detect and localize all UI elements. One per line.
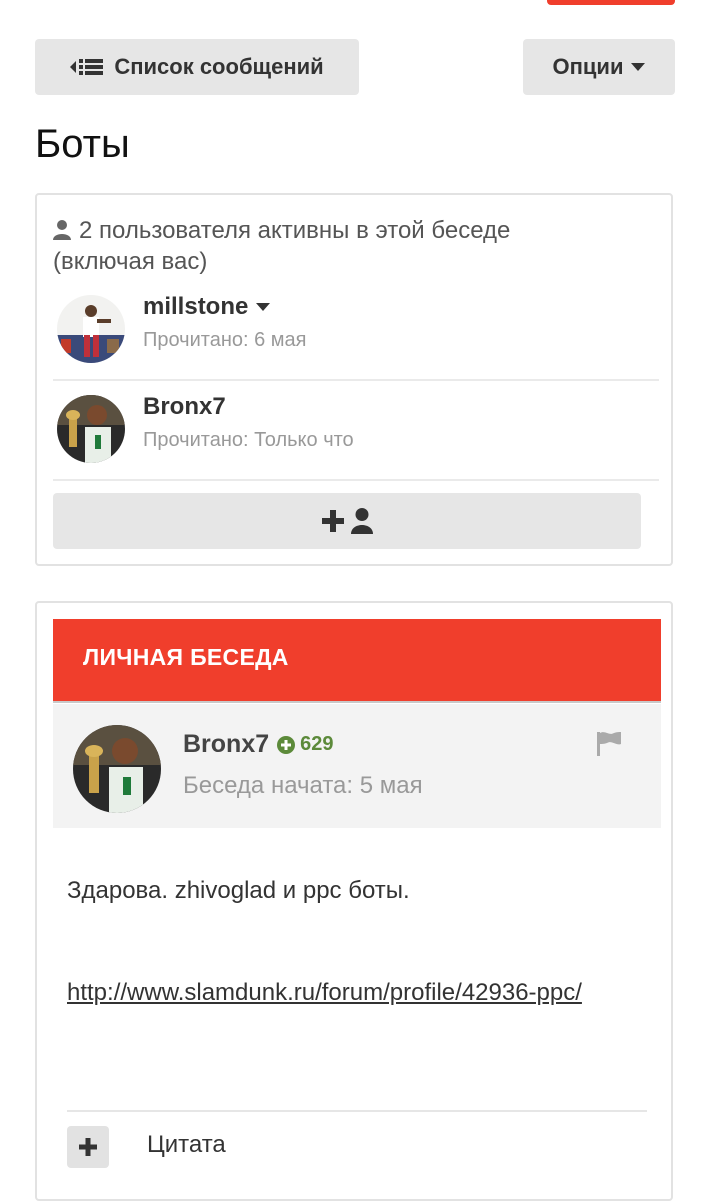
participant-item: millstone Прочитано: 6 мая xyxy=(53,279,659,381)
page-title: Боты xyxy=(35,122,130,166)
participant-name[interactable]: millstone xyxy=(143,293,271,321)
plus-icon xyxy=(79,1138,97,1156)
top-accent-bar xyxy=(547,0,675,5)
user-icon xyxy=(53,220,71,240)
quote-label[interactable]: Цитата xyxy=(147,1131,226,1159)
add-participant-button[interactable] xyxy=(53,493,641,549)
read-status: Прочитано: 6 мая xyxy=(143,329,307,351)
participants-summary: 2 пользователя активны в этой беседе (вк… xyxy=(53,215,613,277)
flag-icon[interactable] xyxy=(595,730,623,756)
divider xyxy=(67,1110,647,1112)
reputation-value: 629 xyxy=(300,733,334,755)
message-text: Здарова. zhivoglad и ppc боты. xyxy=(67,877,410,904)
back-list-icon xyxy=(70,59,104,75)
options-button[interactable]: Опции xyxy=(523,39,675,95)
caret-down-icon[interactable] xyxy=(256,303,271,311)
plus-icon xyxy=(322,510,344,532)
participant-item: Bronx7 Прочитано: Только что xyxy=(53,379,659,481)
participants-summary-text: 2 пользователя активны в этой беседе (вк… xyxy=(53,217,511,275)
quote-toggle-button[interactable] xyxy=(67,1126,109,1168)
message-list-label: Список сообщений xyxy=(114,54,324,79)
message-author-box: Bronx7 629 Беседа начата: 5 мая xyxy=(53,704,661,828)
conversation-banner-text: ЛИЧНАЯ БЕСЕДА xyxy=(83,644,289,670)
author-name-text: Bronx7 xyxy=(183,730,270,758)
avatar[interactable] xyxy=(73,725,161,813)
participants-panel: 2 пользователя активны в этой беседе (вк… xyxy=(35,193,673,566)
author-name[interactable]: Bronx7 629 xyxy=(183,730,334,759)
caret-down-icon xyxy=(631,63,646,71)
participant-name[interactable]: Bronx7 xyxy=(143,393,226,421)
participant-name-text: Bronx7 xyxy=(143,393,226,420)
plus-circle-icon xyxy=(277,735,296,754)
message-list-button[interactable]: Список сообщений xyxy=(35,39,359,95)
conversation-panel: ЛИЧНАЯ БЕСЕДА Bronx7 629 Беседа начата: … xyxy=(35,601,673,1201)
avatar[interactable] xyxy=(57,295,125,363)
participant-name-text: millstone xyxy=(143,293,249,320)
options-label: Опции xyxy=(552,54,624,79)
read-status: Прочитано: Только что xyxy=(143,429,354,451)
message-link[interactable]: http://www.slamdunk.ru/forum/profile/429… xyxy=(67,973,627,1013)
conversation-banner: ЛИЧНАЯ БЕСЕДА xyxy=(53,619,661,703)
conversation-started: Беседа начата: 5 мая xyxy=(183,772,423,799)
reputation-badge: 629 xyxy=(277,733,334,756)
user-icon xyxy=(351,508,373,534)
avatar[interactable] xyxy=(57,395,125,463)
